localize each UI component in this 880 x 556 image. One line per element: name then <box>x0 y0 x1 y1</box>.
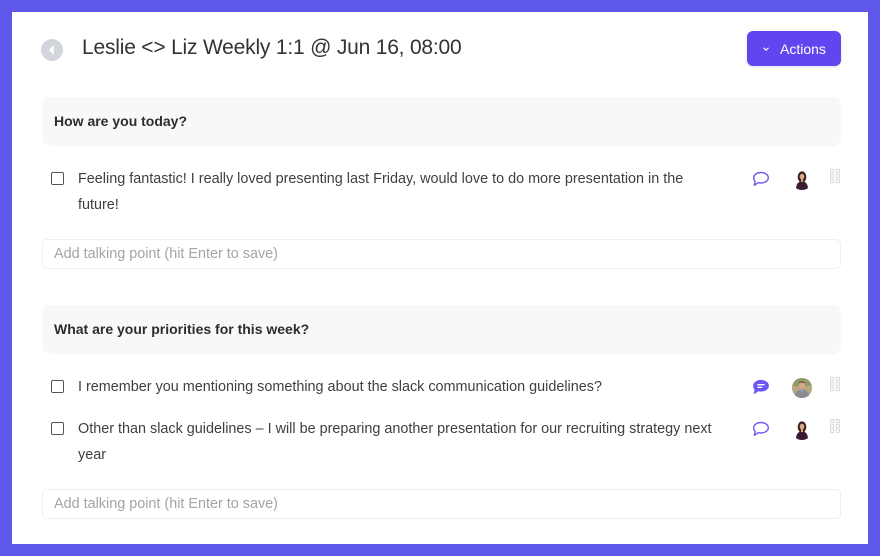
comment-outline-icon[interactable] <box>752 421 770 437</box>
header: Leslie <> Liz Weekly 1:1 @ Jun 16, 08:00… <box>12 12 868 88</box>
add-talking-point-input[interactable] <box>42 489 841 519</box>
talking-point-checkbox[interactable] <box>51 380 64 393</box>
section-title: How are you today? <box>54 113 188 129</box>
back-button[interactable] <box>41 39 63 61</box>
talking-point-text[interactable]: I remember you mentioning something abou… <box>78 374 778 400</box>
woman-avatar <box>792 420 812 440</box>
talking-point: I remember you mentioning something abou… <box>42 374 841 402</box>
talking-point-checkbox[interactable] <box>51 422 64 435</box>
drag-handle-icon[interactable] <box>830 419 840 433</box>
talking-point: Feeling fantastic! I really loved presen… <box>42 166 841 220</box>
talking-point-text[interactable]: Feeling fantastic! I really loved presen… <box>78 166 718 218</box>
talking-point-text[interactable]: Other than slack guidelines – I will be … <box>78 416 718 468</box>
section-title: What are your priorities for this week? <box>54 321 310 337</box>
meeting-panel: Leslie <> Liz Weekly 1:1 @ Jun 16, 08:00… <box>12 12 868 544</box>
page-title: Leslie <> Liz Weekly 1:1 @ Jun 16, 08:00 <box>82 36 462 59</box>
drag-handle-icon[interactable] <box>830 377 840 391</box>
back-arrow-circle-icon <box>49 45 55 55</box>
talking-point: Other than slack guidelines – I will be … <box>42 416 841 470</box>
add-talking-point-input[interactable] <box>42 239 841 269</box>
actions-button[interactable]: Actions <box>747 31 841 66</box>
comment-filled-icon[interactable] <box>752 379 770 395</box>
chevron-down-icon <box>763 46 769 51</box>
man-avatar <box>792 378 812 398</box>
section-header: How are you today? <box>42 97 841 146</box>
comment-outline-icon[interactable] <box>752 171 770 187</box>
woman-avatar <box>792 170 812 190</box>
section-header: What are your priorities for this week? <box>42 305 841 354</box>
actions-label: Actions <box>780 40 826 57</box>
drag-handle-icon[interactable] <box>830 169 840 183</box>
talking-point-checkbox[interactable] <box>51 172 64 185</box>
